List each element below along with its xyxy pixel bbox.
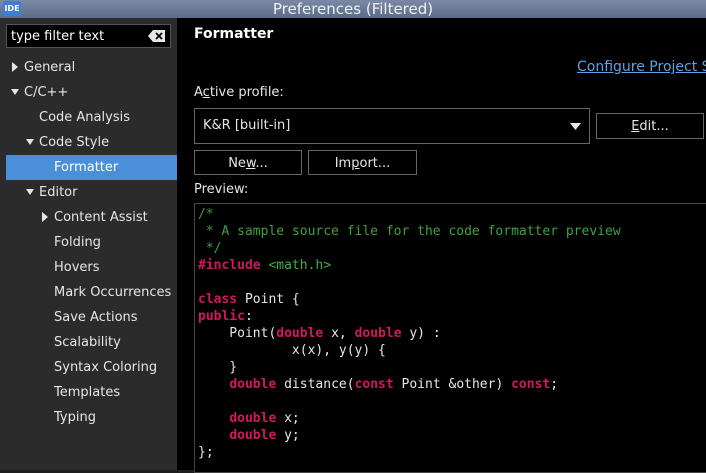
tree-item-label: Mark Occurrences [54, 285, 172, 300]
active-profile-label: Active profile: [194, 85, 284, 100]
preferences-tree: General C/C++ Code Analysis Code Style Forma… [0, 55, 177, 430]
code-token: double [354, 326, 402, 341]
code-token: Point &other) [393, 377, 512, 392]
tree-item-typing[interactable]: Typing [0, 405, 177, 430]
code-token: } [198, 360, 238, 375]
tree-item-formatter[interactable]: Formatter [6, 155, 177, 180]
tree-item-folding[interactable]: Folding [0, 230, 177, 255]
tree-item-label: C/C++ [24, 85, 69, 100]
tree-item-label: Typing [54, 410, 96, 425]
code-token: * A sample source file for the code form… [198, 224, 621, 239]
code-token: double [229, 428, 277, 443]
code-token: const [354, 377, 394, 392]
configure-project-link[interactable]: Configure Project S [577, 59, 706, 75]
tree-item-mark-occurrences[interactable]: Mark Occurrences [0, 280, 177, 305]
code-token: Point { [237, 292, 300, 307]
code-token: */ [198, 241, 222, 256]
tree-item-syntax-coloring[interactable]: Syntax Coloring [0, 355, 177, 380]
code-token: }; [198, 445, 214, 460]
preview-code: /* * A sample source file for the code f… [198, 206, 621, 461]
code-token: <math.h> [268, 258, 332, 273]
tree-item-hovers[interactable]: Hovers [0, 255, 177, 280]
page-title: Formatter [194, 26, 274, 42]
code-token: double [276, 326, 324, 341]
tree-item-label: Formatter [54, 160, 119, 175]
collapsed-arrow-icon[interactable] [10, 55, 20, 80]
tree-item-label: Hovers [54, 260, 100, 275]
filter-box[interactable] [6, 24, 171, 48]
window-title: Preferences (Filtered) [272, 0, 434, 18]
code-token: Point( [198, 326, 277, 341]
code-token: #include [198, 258, 261, 273]
preview-label: Preview: [194, 182, 249, 197]
tree-item-code-analysis[interactable]: Code Analysis [0, 105, 177, 130]
collapsed-arrow-icon[interactable] [40, 205, 50, 230]
code-token: x, [323, 326, 355, 341]
new-profile-button[interactable]: New... [194, 150, 302, 175]
filter-input[interactable] [7, 25, 155, 47]
tree-item-label: Save Actions [54, 310, 138, 325]
active-profile-value: K&R [built-in] [203, 118, 291, 133]
tree-item-label: General [24, 60, 76, 75]
code-token: double [229, 377, 277, 392]
tree-item-label: Folding [54, 235, 101, 250]
formatter-page: Formatter Configure Project S Active pro… [177, 18, 706, 473]
edit-profile-button[interactable]: Edit... [596, 113, 704, 139]
clear-filter-icon[interactable] [148, 29, 166, 43]
code-token: /* [198, 207, 214, 222]
code-token: distance( [276, 377, 355, 392]
code-token: x(x), y(y) { [198, 343, 386, 358]
chevron-down-icon [570, 123, 581, 130]
expanded-arrow-icon[interactable] [25, 130, 35, 155]
code-preview: /* * A sample source file for the code f… [194, 203, 706, 473]
code-token: double [229, 411, 277, 426]
code-token: const [511, 377, 551, 392]
tree-item-label: Code Analysis [39, 110, 130, 125]
code-token: y; [276, 428, 300, 443]
import-profile-button[interactable]: Import... [308, 150, 417, 175]
tree-item-c-c[interactable]: C/C++ [0, 80, 177, 105]
tree-item-label: Syntax Coloring [54, 360, 158, 375]
tree-item-templates[interactable]: Templates [0, 380, 177, 405]
expanded-arrow-icon[interactable] [10, 80, 20, 105]
tree-item-content-assist[interactable]: Content Assist [0, 205, 177, 230]
code-token: : [244, 309, 253, 324]
tree-item-editor[interactable]: Editor [0, 180, 177, 205]
expanded-arrow-icon[interactable] [25, 180, 35, 205]
window-titlebar[interactable]: IDE Preferences (Filtered) [0, 0, 706, 18]
tree-item-scalability[interactable]: Scalability [0, 330, 177, 355]
tree-item-label: Scalability [54, 335, 121, 350]
sidebar: General C/C++ Code Analysis Code Style Forma… [0, 18, 177, 470]
code-token: public [198, 309, 245, 324]
tree-item-save-actions[interactable]: Save Actions [0, 305, 177, 330]
tree-item-label: Code Style [39, 135, 110, 150]
code-token: y) : [401, 326, 441, 341]
tree-item-general[interactable]: General [0, 55, 177, 80]
code-token: class [198, 292, 238, 307]
code-token: ; [550, 377, 559, 392]
tree-item-label: Content Assist [54, 210, 148, 225]
code-token: x; [276, 411, 300, 426]
tree-item-label: Templates [54, 385, 121, 400]
tree-item-code-style[interactable]: Code Style [0, 130, 177, 155]
tree-item-label: Editor [39, 185, 78, 200]
active-profile-dropdown[interactable]: K&R [built-in] [194, 108, 590, 144]
app-icon: IDE [3, 1, 21, 16]
